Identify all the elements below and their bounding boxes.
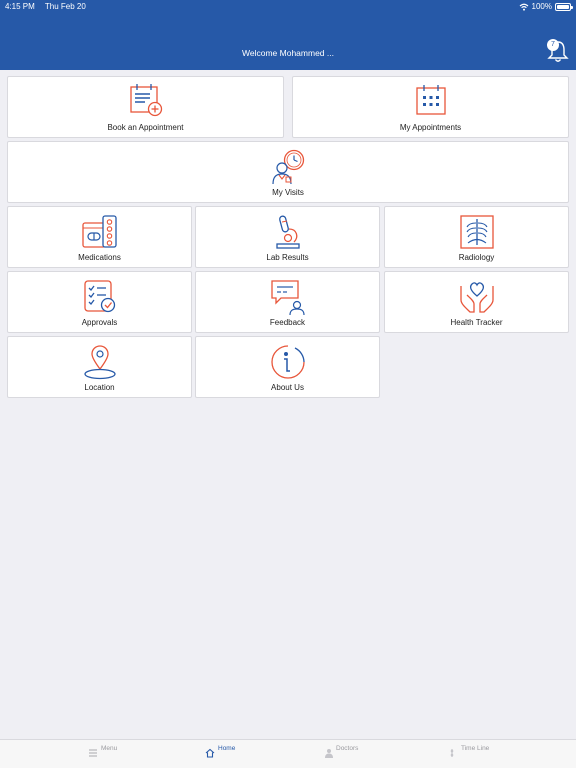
doctor-icon <box>325 749 333 758</box>
wifi-icon <box>519 3 528 11</box>
book-appointment-label: Book an Appointment <box>107 123 184 132</box>
location-pin-icon <box>83 345 116 380</box>
book-appointment-tile[interactable]: Book an Appointment <box>7 76 284 138</box>
lab-results-label: Lab Results <box>266 253 309 262</box>
tab-home[interactable]: Home <box>144 740 288 768</box>
my-appointments-label: My Appointments <box>399 123 462 132</box>
radiology-label: Radiology <box>458 253 495 262</box>
location-label: Location <box>84 383 115 392</box>
feedback-label: Feedback <box>269 318 306 327</box>
tab-home-label: Home <box>218 745 236 752</box>
battery-percent: 100% <box>531 2 552 11</box>
lab-results-tile[interactable]: Lab Results <box>195 206 380 268</box>
microscope-icon <box>275 215 300 249</box>
tab-doctors-label: Doctors <box>336 745 359 752</box>
status-bar: 4:15 PM Thu Feb 20 100% <box>0 0 576 14</box>
tab-timeline-label: Time Line <box>461 745 490 752</box>
health-tracker-label: Health Tracker <box>450 318 503 327</box>
calendar-add-icon <box>129 84 162 117</box>
about-us-label: About Us <box>271 383 304 392</box>
medications-tile[interactable]: Medications <box>7 206 192 268</box>
tab-doctors[interactable]: Doctors <box>288 740 432 768</box>
location-tile[interactable]: Location <box>7 336 192 398</box>
app-header: 4:15 PM Thu Feb 20 100% Welcome Mohammed… <box>0 0 576 70</box>
checklist-icon <box>83 280 115 313</box>
battery-icon <box>555 2 573 11</box>
status-time: 4:15 PM <box>5 2 35 11</box>
medications-label: Medications <box>78 253 121 262</box>
notifications-button[interactable]: 7 <box>546 38 570 64</box>
status-date: Thu Feb 20 <box>44 2 86 11</box>
hands-heart-icon <box>459 282 494 313</box>
health-tracker-tile[interactable]: Health Tracker <box>384 271 569 333</box>
pills-icon <box>81 215 117 248</box>
feedback-tile[interactable]: Feedback <box>195 271 380 333</box>
my-visits-label: My Visits <box>272 188 304 197</box>
approvals-tile[interactable]: Approvals <box>7 271 192 333</box>
doctor-clock-icon <box>272 149 305 185</box>
calendar-icon <box>415 85 446 115</box>
welcome-text: Welcome Mohammed ... <box>242 48 334 58</box>
info-icon <box>270 345 305 379</box>
about-us-tile[interactable]: About Us <box>195 336 380 398</box>
radiology-tile[interactable]: Radiology <box>384 206 569 268</box>
notification-badge: 7 <box>547 39 559 51</box>
xray-icon <box>459 215 494 249</box>
approvals-label: Approvals <box>81 318 118 327</box>
timeline-icon <box>450 749 454 757</box>
my-visits-tile[interactable]: My Visits <box>7 141 569 203</box>
home-icon <box>205 748 215 758</box>
my-appointments-tile[interactable]: My Appointments <box>292 76 569 138</box>
tab-timeline[interactable]: Time Line <box>432 740 576 768</box>
battery-level <box>557 4 569 9</box>
bottom-tab-bar: Menu Home Doctors Time Line <box>0 739 576 768</box>
menu-icon <box>89 749 97 757</box>
feedback-chat-icon <box>270 280 305 316</box>
tab-menu[interactable]: Menu <box>0 740 144 768</box>
tab-menu-label: Menu <box>101 745 118 752</box>
